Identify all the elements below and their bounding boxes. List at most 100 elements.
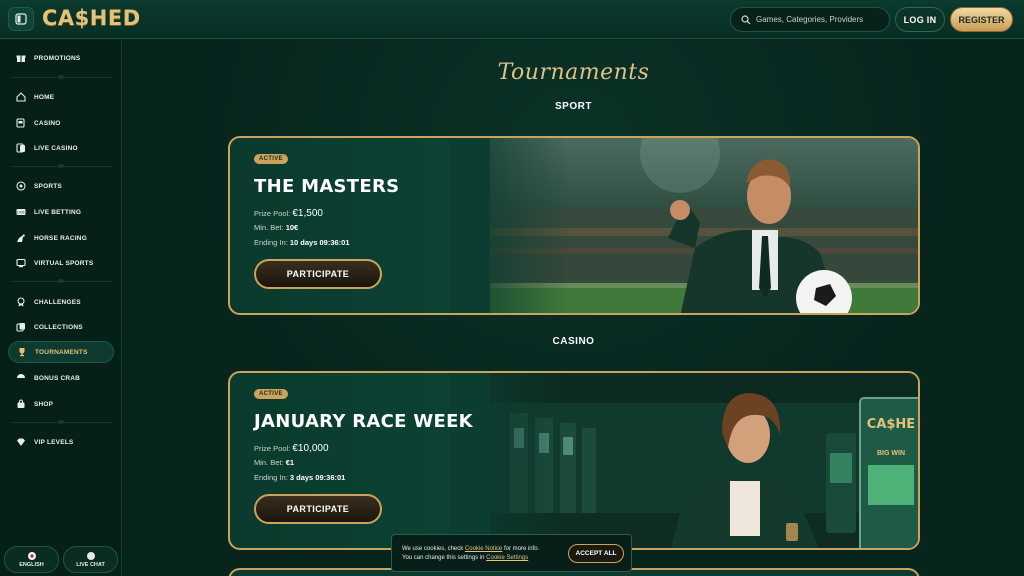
sidebar-item-label: SHOP <box>34 400 54 408</box>
sidebar-item-label: CHALLENGES <box>34 298 81 306</box>
register-button[interactable]: REGISTER <box>950 7 1013 32</box>
ending-in-label: Ending In: <box>254 238 288 247</box>
min-bet-label: Min. Bet: <box>254 458 284 467</box>
min-bet-label: Min. Bet: <box>254 223 284 232</box>
tournament-card: ACTIVE THE MASTERS Prize Pool: €1,500 Mi… <box>228 136 920 315</box>
sidebar-item-sports[interactable]: SPORTS <box>8 175 114 197</box>
collection-icon <box>16 323 25 332</box>
sidebar-item-label: BONUS CRAB <box>34 374 81 382</box>
prize-pool: Prize Pool: €10,000 <box>254 443 329 454</box>
sidebar-item-challenges[interactable]: CHALLENGES <box>8 291 114 313</box>
trophy-icon <box>19 348 25 357</box>
bag-icon <box>17 399 25 408</box>
card-fade <box>450 138 570 313</box>
sidebar-item-vip-levels[interactable]: VIP LEVELS <box>8 431 114 453</box>
sidebar: PROMOTIONS HOME CASINO LIVE CASINO SPORT… <box>0 40 122 576</box>
gift-icon <box>16 55 26 62</box>
sidebar-item-label: HORSE RACING <box>34 234 87 242</box>
sidebar-item-live-casino[interactable]: LIVE CASINO <box>8 137 114 159</box>
tournament-card: CA$HE BIG WIN ACTIVE JANUARY RACE WEEK P… <box>228 371 920 550</box>
status-badge: ACTIVE <box>254 389 288 399</box>
language-button[interactable]: ENGLISH <box>4 546 59 573</box>
search-box[interactable] <box>730 7 890 32</box>
live-chat-label: LIVE CHAT <box>76 561 105 568</box>
top-header: CA$HED LOG IN REGISTER <box>0 0 1024 39</box>
prize-pool: Prize Pool: €1,500 <box>254 208 323 219</box>
sidebar-item-label: VIRTUAL SPORTS <box>34 259 94 267</box>
min-bet: Min. Bet: 10€ <box>254 223 298 232</box>
min-bet-value: 10€ <box>285 223 299 232</box>
svg-text:LIVE: LIVE <box>17 211 25 215</box>
sidebar-item-home[interactable]: HOME <box>8 86 114 108</box>
cookie-notice-link[interactable]: Cookie Notice <box>465 546 502 552</box>
participate-button[interactable]: PARTICIPATE <box>254 259 382 289</box>
sidebar-toggle-icon <box>15 13 27 25</box>
prize-pool-value: €1,500 <box>292 208 323 219</box>
tournament-title: JANUARY RACE WEEK <box>254 411 473 432</box>
participate-button[interactable]: PARTICIPATE <box>254 494 382 524</box>
sidebar-item-virtual-sports[interactable]: VIRTUAL SPORTS <box>8 252 114 274</box>
sidebar-item-collections[interactable]: COLLECTIONS <box>8 316 114 338</box>
cookie-text-2: for more info. <box>502 546 540 552</box>
prize-pool-label: Prize Pool: <box>254 444 291 453</box>
sidebar-item-label: SPORTS <box>34 182 62 190</box>
sidebar-divider <box>10 279 112 283</box>
sidebar-item-casino[interactable]: CASINO <box>8 112 114 134</box>
cookie-text: We use cookies, check Cookie Notice for … <box>402 545 539 563</box>
tournament-title: THE MASTERS <box>254 176 400 197</box>
main-content: Tournaments SPORT ACTIVE THE MASTERS Pri… <box>123 40 1024 576</box>
live-chat-button[interactable]: LIVE CHAT <box>63 546 118 573</box>
medal-icon <box>17 297 25 307</box>
home-icon <box>16 92 26 102</box>
sidebar-item-label: LIVE CASINO <box>34 144 78 152</box>
sidebar-item-tournaments[interactable]: TOURNAMENTS <box>8 341 114 363</box>
sidebar-divider <box>10 75 112 79</box>
ending-in-label: Ending In: <box>254 473 288 482</box>
sidebar-item-live-betting[interactable]: LIVE LIVE BETTING <box>8 201 114 223</box>
live-icon: LIVE <box>16 209 26 215</box>
status-badge: ACTIVE <box>254 154 288 164</box>
slot-icon <box>16 118 25 128</box>
section-heading-sport: SPORT <box>555 101 592 112</box>
crab-icon <box>17 374 25 378</box>
min-bet-value: €1 <box>285 458 295 467</box>
sidebar-divider <box>10 420 112 424</box>
login-button[interactable]: LOG IN <box>895 7 945 32</box>
prize-pool-value: €10,000 <box>292 443 329 454</box>
sidebar-item-promotions[interactable]: PROMOTIONS <box>8 47 114 69</box>
section-heading-casino: CASINO <box>552 336 595 347</box>
machine-subtext: BIG WIN <box>877 450 905 457</box>
sidebar-item-label: COLLECTIONS <box>34 323 83 331</box>
sidebar-item-shop[interactable]: SHOP <box>8 393 114 415</box>
brand-logo[interactable]: CA$HED <box>42 6 141 30</box>
card-fade <box>450 373 570 548</box>
virtual-icon <box>16 258 26 268</box>
min-bet: Min. Bet: €1 <box>254 458 294 467</box>
diamond-icon <box>17 438 25 446</box>
cookie-text-3: You can change this settings in <box>402 555 487 561</box>
horse-icon <box>17 234 25 242</box>
sidebar-item-bonus-crab[interactable]: BONUS CRAB <box>8 367 114 389</box>
cookie-banner: We use cookies, check Cookie Notice for … <box>391 534 632 572</box>
sidebar-item-label: LIVE BETTING <box>34 208 82 216</box>
sidebar-item-label: VIP LEVELS <box>34 438 74 446</box>
sidebar-divider <box>10 164 112 168</box>
prize-pool-label: Prize Pool: <box>254 209 291 218</box>
ending-in-value: 3 days 09:36:01 <box>289 473 346 482</box>
sidebar-item-label: CASINO <box>34 119 61 127</box>
search-icon <box>741 14 751 24</box>
sidebar-item-label: HOME <box>34 93 55 101</box>
cookie-text-1: We use cookies, check <box>402 546 465 552</box>
machine-logo-text: CA$HE <box>867 417 915 432</box>
ending-in: Ending In: 3 days 09:36:01 <box>254 473 345 482</box>
sidebar-item-label: PROMOTIONS <box>34 54 81 62</box>
accept-all-button[interactable]: ACCEPT ALL <box>568 544 624 563</box>
ball-icon <box>16 181 26 191</box>
sidebar-toggle-button[interactable] <box>8 7 34 31</box>
sidebar-item-label: TOURNAMENTS <box>35 348 88 356</box>
language-label: ENGLISH <box>19 561 44 568</box>
ending-in-value: 10 days 09:36:01 <box>289 238 350 247</box>
sidebar-item-horse-racing[interactable]: HORSE RACING <box>8 227 114 249</box>
cookie-settings-link[interactable]: Cookie Settings <box>486 555 528 561</box>
search-input[interactable] <box>756 15 876 24</box>
